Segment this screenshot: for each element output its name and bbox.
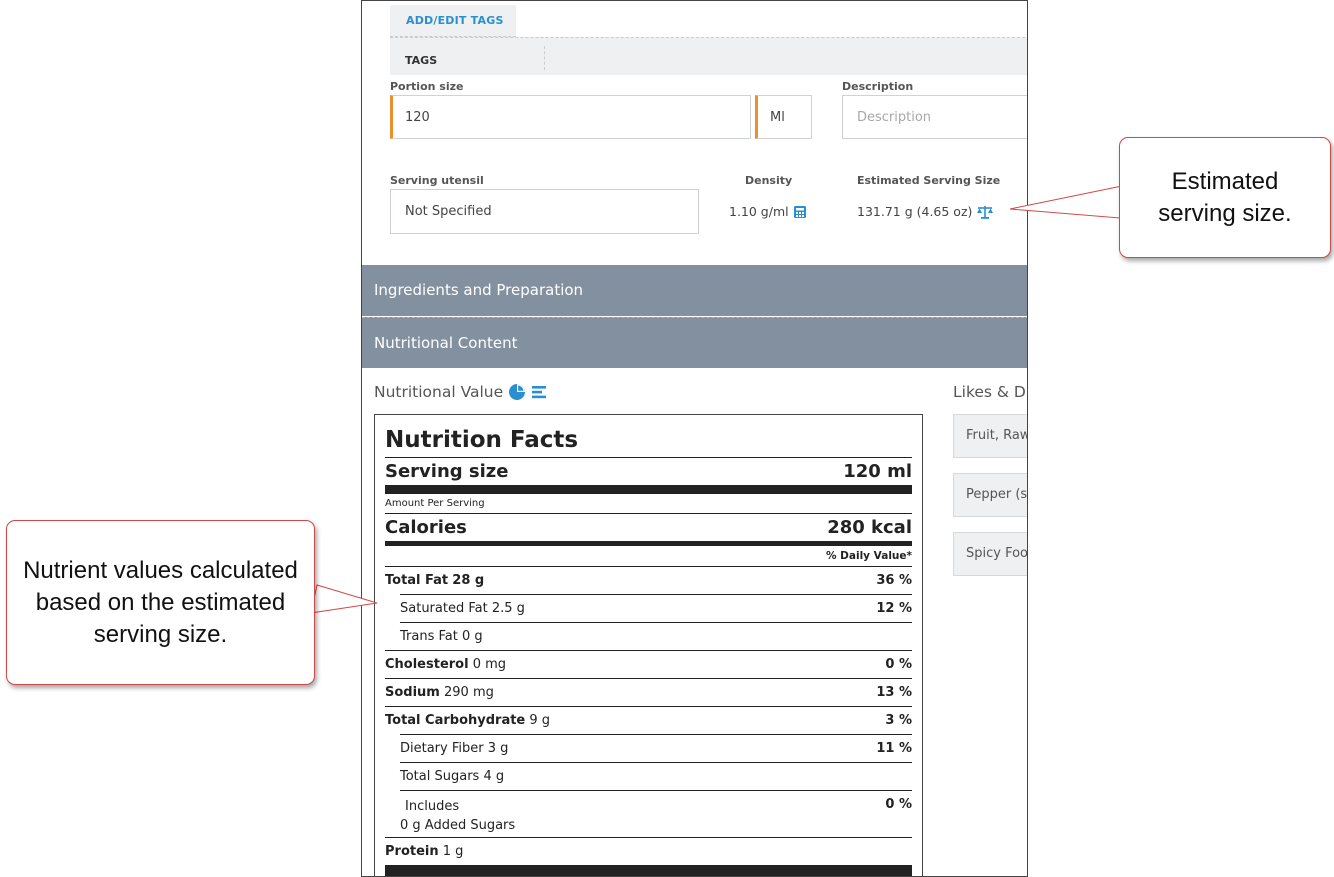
divider [400, 594, 912, 595]
portion-size-label: Portion size [390, 80, 464, 93]
callout-estimated-serving-size: Estimated serving size. [1119, 137, 1331, 258]
divider [385, 706, 912, 707]
calculator-icon[interactable] [793, 205, 807, 219]
divider [400, 734, 912, 735]
nutritional-value-title: Nutritional Value [374, 383, 504, 401]
serving-size-label: Serving size [385, 461, 509, 482]
estimated-serving-size-group: 131.71 g (4.65 oz) [857, 204, 994, 219]
likes-item[interactable]: Pepper (s [953, 473, 1027, 517]
divider [400, 622, 912, 623]
tags-bar: TAGS [390, 37, 1027, 75]
nutrition-facts-label: Nutrition Facts Serving size 120 ml Amou… [374, 414, 923, 876]
nutrient-row: Saturated Fat 2.5 g 12 % [400, 601, 912, 616]
divider [385, 837, 912, 838]
pie-chart-icon[interactable] [508, 383, 526, 401]
divider [400, 790, 912, 791]
description-input[interactable]: Description [842, 95, 1027, 139]
divider [400, 762, 912, 763]
list-view-icon[interactable] [531, 384, 547, 400]
nutrient-row: Total Carbohydrate 9 g 3 % [385, 713, 912, 728]
daily-value-header: % Daily Value* [826, 550, 912, 562]
thick-divider [385, 865, 912, 876]
density-value-group: 1.10 g/ml [729, 204, 807, 219]
description-label: Description [842, 80, 914, 93]
callout-nutrient-values: Nutrient values calculated based on the … [6, 520, 315, 685]
nutrient-row: Dietary Fiber 3 g 11 % [400, 741, 912, 756]
density-label: Density [745, 174, 793, 187]
calories-label: Calories [385, 517, 467, 538]
recipe-editor-panel: ADD/EDIT TAGS TAGS Portion size 120 Ml D… [361, 0, 1028, 877]
medium-divider [385, 541, 912, 546]
serving-size-value: 120 ml [843, 461, 912, 482]
calories-value: 280 kcal [827, 517, 912, 538]
nutrient-row: Sodium 290 mg 13 % [385, 685, 912, 700]
amount-per-serving: Amount Per Serving [385, 498, 485, 509]
divider [385, 650, 912, 651]
density-value: 1.10 g/ml [729, 204, 789, 219]
nutritional-value-heading: Nutritional Value [374, 383, 547, 401]
section-nutritional-content[interactable]: Nutritional Content [362, 317, 1027, 368]
nutrient-row: Total Sugars 4 g [400, 769, 505, 784]
nutrient-row: Trans Fat 0 g [400, 629, 483, 644]
scale-icon[interactable] [976, 205, 994, 219]
portion-size-input[interactable]: 120 [390, 95, 751, 139]
divider [385, 457, 912, 458]
nutrient-row: Cholesterol 0 mg 0 % [385, 657, 912, 672]
calories-row: Calories 280 kcal [385, 517, 912, 538]
nutrient-row: Total Fat 28 g 36 % [385, 573, 912, 588]
tab-add-edit-tags[interactable]: ADD/EDIT TAGS [390, 5, 516, 37]
serving-size-row: Serving size 120 ml [385, 461, 912, 482]
nutrition-facts-title: Nutrition Facts [385, 427, 579, 453]
likes-dislikes-title: Likes & D [953, 383, 1026, 401]
nutrient-row: Protein 1 g [385, 844, 464, 859]
serving-utensil-select[interactable]: Not Specified [390, 189, 699, 234]
tags-label: TAGS [405, 54, 438, 67]
divider [385, 513, 912, 514]
divider [385, 566, 912, 567]
likes-item[interactable]: Spicy Foo [953, 532, 1027, 576]
likes-item[interactable]: Fruit, Raw [953, 414, 1027, 458]
estimated-serving-size-value: 131.71 g (4.65 oz) [857, 204, 973, 219]
divider [385, 678, 912, 679]
portion-unit-select[interactable]: Ml [755, 95, 812, 139]
serving-utensil-label: Serving utensil [390, 174, 484, 187]
estimated-serving-size-label: Estimated Serving Size [857, 174, 1001, 187]
section-ingredients-preparation[interactable]: Ingredients and Preparation [362, 265, 1027, 316]
tags-divider [544, 46, 545, 70]
nutrient-row: Includes 0 g Added Sugars 0 % [400, 797, 912, 833]
thick-divider [385, 485, 912, 494]
